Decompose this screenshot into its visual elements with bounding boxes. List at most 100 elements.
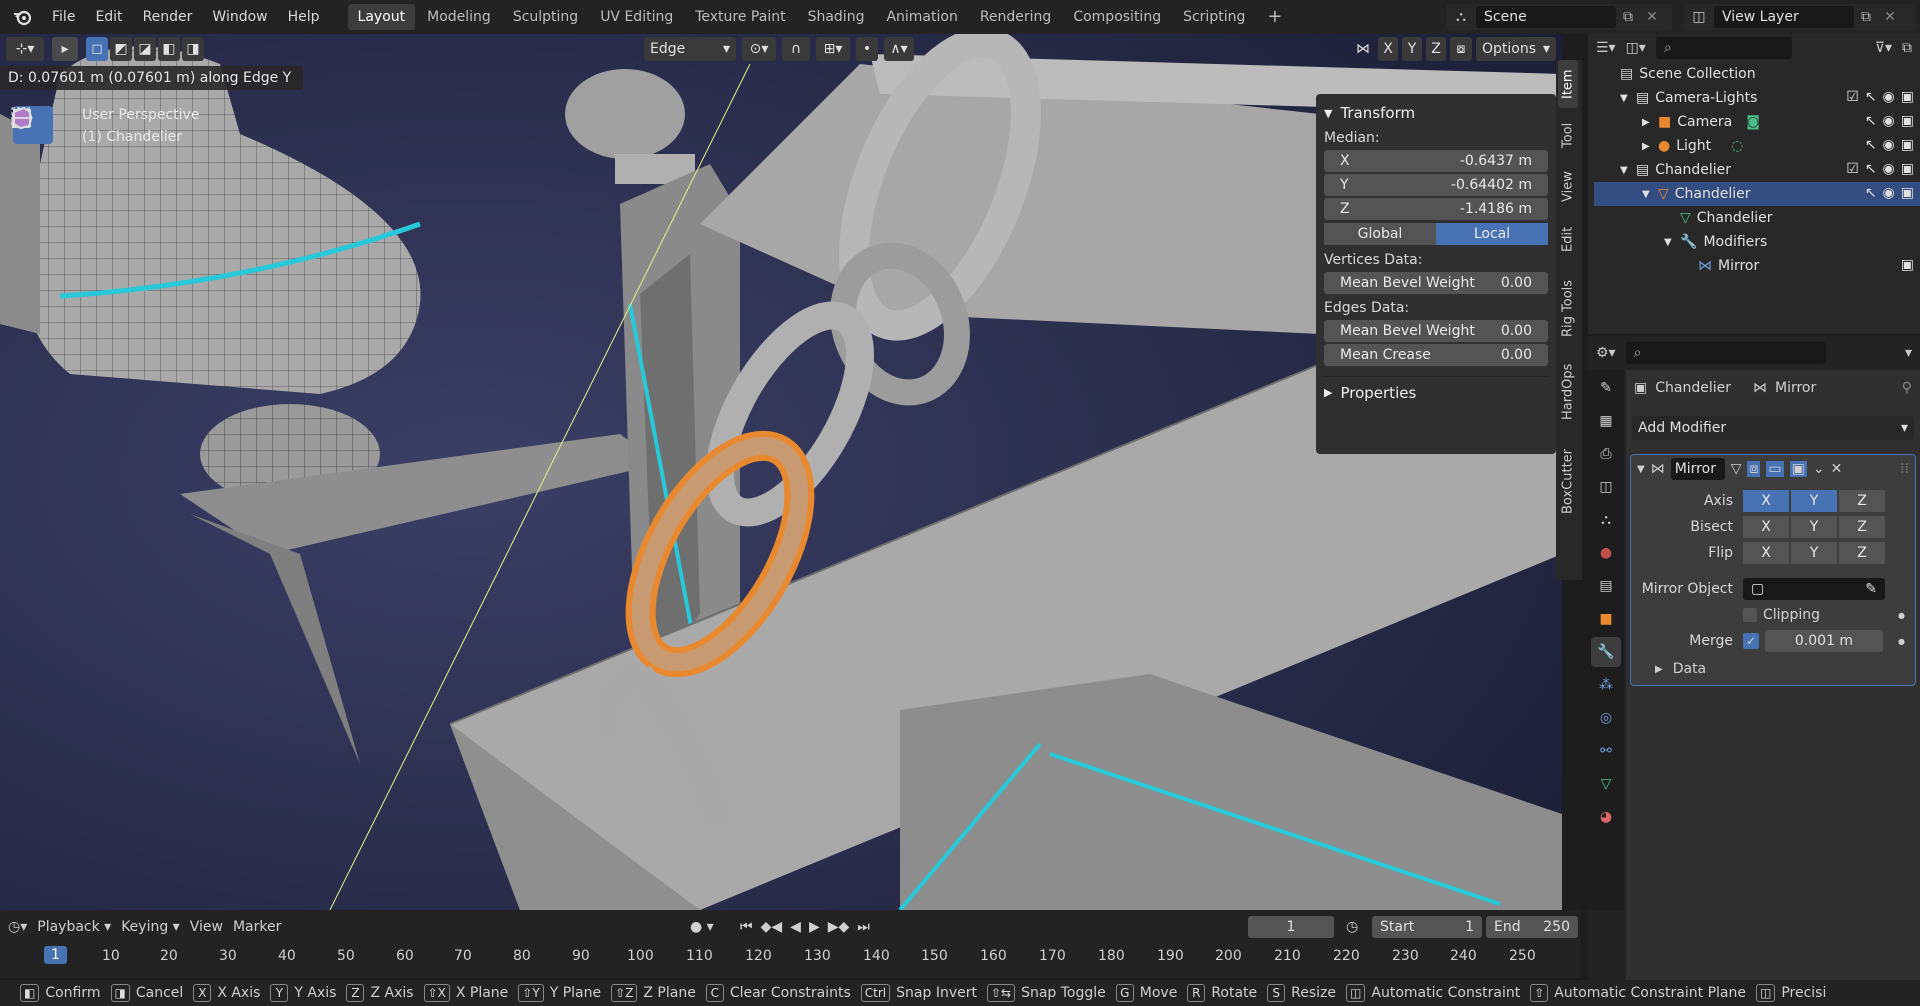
world-icon[interactable]: ● [1591,538,1621,568]
mirror-x-button[interactable]: X [1378,37,1398,61]
blender-logo-icon[interactable] [8,3,36,31]
modifier-name-field[interactable]: Mirror [1670,458,1725,480]
tree-row[interactable]: ▼ ▽ Chandelier ↖ ◉ ▣ [1594,182,1920,206]
edit-mode-icon[interactable]: ⧈ [1747,461,1761,477]
keyframe-dot-icon[interactable]: ● [1898,637,1905,646]
auto-merge-icon[interactable]: ⧇ [1450,37,1472,61]
scene-name-field[interactable]: Scene [1476,6,1616,28]
vertex-bevel-weight-field[interactable]: Mean Bevel Weight 0.00 [1324,272,1548,294]
spin-tool-icon[interactable] [13,109,53,798]
select-tool-icon[interactable]: ▸ [52,37,78,61]
mirror-object-field[interactable]: ▢ ✎ [1743,578,1885,600]
eye-icon[interactable]: ◉ [1883,89,1895,105]
tab-animation[interactable]: Animation [876,4,967,30]
menu-file[interactable]: File [42,0,85,34]
tree-row[interactable]: ▽ Chandelier [1594,206,1920,230]
select-extend-icon[interactable]: ◩ [110,37,132,61]
camera-icon[interactable]: ▣ [1901,257,1914,273]
filter-icon[interactable]: ⊽▾ [1875,40,1892,56]
flip-y-button[interactable]: Y [1791,542,1837,564]
expand-arrow-icon[interactable]: ▼ [1620,165,1636,176]
tab-layout[interactable]: Layout [347,4,416,30]
tab-boxcutter[interactable]: BoxCutter [1558,434,1578,528]
editor-type-icon[interactable]: ◷▾ [8,919,27,935]
menu-render[interactable]: Render [133,0,203,34]
transform-tool-icon[interactable] [12,108,53,362]
keying-menu[interactable]: Keying ▾ [121,919,180,935]
tab-hardops[interactable]: HardOps [1558,354,1578,430]
properties-search-input[interactable]: ⌕ [1625,342,1826,364]
chevron-down-icon[interactable]: ⌄ [1813,461,1825,477]
output-icon[interactable]: ⎙ [1591,439,1621,469]
add-workspace-icon[interactable]: + [1257,4,1292,30]
tab-rig-tools[interactable]: Rig Tools [1558,266,1578,350]
measure-tool-icon[interactable] [13,110,53,454]
camera-icon[interactable]: ▣ [1901,185,1914,201]
tab-uv-editing[interactable]: UV Editing [590,4,683,30]
menu-edit[interactable]: Edit [85,0,132,34]
menu-window[interactable]: Window [202,0,277,34]
proportional-edit-icon[interactable]: • [856,37,878,61]
new-view-layer-icon[interactable]: ⧉ [1854,9,1878,25]
tab-edit[interactable]: Edit [1558,216,1578,262]
tab-sculpting[interactable]: Sculpting [503,4,588,30]
axis-y-button[interactable]: Y [1791,490,1837,512]
display-mode-icon[interactable]: ◫▾ [1626,40,1646,56]
properties-panel-header[interactable]: ▶ Properties [1324,376,1548,402]
current-frame-marker[interactable]: 1 [44,946,67,964]
pivot-point-icon[interactable]: ⊙▾ [742,37,776,61]
playback-menu[interactable]: Playback ▾ [37,919,111,935]
pin-icon[interactable]: ⚲ [1902,380,1912,396]
select-invert-icon[interactable]: ◧ [158,37,180,61]
tab-rendering[interactable]: Rendering [970,4,1062,30]
marker-menu[interactable]: Marker [233,919,281,935]
select-mode-dropdown[interactable]: Edge ▾ [644,37,736,61]
camera-icon[interactable]: ▣ [1901,89,1914,105]
tab-texture-paint[interactable]: Texture Paint [685,4,795,30]
collection-icon[interactable]: ▤ [1591,571,1621,601]
delete-scene-icon[interactable]: ✕ [1640,9,1664,25]
scale-tool-icon[interactable] [12,109,53,320]
expand-arrow-icon[interactable]: ▼ [1620,93,1636,104]
tool-settings-icon[interactable]: ✎ [1591,373,1621,403]
select-icon[interactable]: ↖ [1865,137,1877,153]
bevel-tool-icon[interactable] [12,108,53,630]
editor-type-icon[interactable]: ☰▾ [1596,40,1616,56]
axis-z-button[interactable]: Z [1839,490,1885,512]
inset-tool-icon[interactable] [13,109,53,588]
mirror-axis-icon[interactable]: ⋈ [1352,37,1374,61]
tab-modeling[interactable]: Modeling [417,4,501,30]
checkbox-icon[interactable]: ☑ [1846,161,1859,177]
select-icon[interactable]: ↖ [1865,185,1877,201]
menu-help[interactable]: Help [278,0,330,34]
tab-scripting[interactable]: Scripting [1173,4,1255,30]
bisect-z-button[interactable]: Z [1839,516,1885,538]
start-frame-field[interactable]: Start 1 [1372,916,1482,938]
select-subtract-icon[interactable]: ◪ [134,37,156,61]
smooth-tool-icon[interactable] [13,109,53,840]
merge-distance-field[interactable]: 0.001 m [1765,630,1883,652]
extrude-tool-icon[interactable] [13,110,53,546]
move-tool-icon[interactable] [11,107,53,236]
poly-build-tool-icon[interactable] [13,109,53,756]
particles-icon[interactable]: ⁂ [1591,670,1621,700]
local-button[interactable]: Local [1436,223,1548,245]
tab-tool[interactable]: Tool [1558,112,1578,158]
data-subpanel-header[interactable]: ▶ Data [1631,657,1917,681]
mirror-z-button[interactable]: Z [1426,37,1446,61]
mean-crease-field[interactable]: Mean Crease 0.00 [1324,344,1548,366]
tree-row[interactable]: ▶ ● Light ◌ ↖ ◉ ▣ [1594,134,1920,158]
3d-viewport[interactable]: ⊹▾ ▸ ◻ ◩ ◪ ◧ ◨ Edge ▾ ⊙▾ ∩ ⊞▾ • ∧▾ ⋈ X Y … [0,34,1562,910]
tree-row[interactable]: ▤ Scene Collection [1594,62,1920,86]
eyedropper-icon[interactable]: ✎ [1865,581,1877,597]
editor-type-icon[interactable]: ⚙▾ [1596,345,1616,361]
tab-shading[interactable]: Shading [798,4,875,30]
collapse-arrow-icon[interactable]: ▶ [1642,117,1658,128]
tab-item[interactable]: Item [1558,60,1578,108]
knife-tool-icon[interactable] [13,108,53,714]
options-dropdown[interactable]: Options ▾ [1476,37,1556,61]
tree-row[interactable]: ▶ ■ Camera ◙ ↖ ◉ ▣ [1594,110,1920,134]
tree-row[interactable]: ▼ ▤ Camera-Lights ☑ ↖ ◉ ▣ [1594,86,1920,110]
collapse-arrow-icon[interactable]: ▼ [1637,464,1645,475]
select-icon[interactable]: ↖ [1865,89,1877,105]
